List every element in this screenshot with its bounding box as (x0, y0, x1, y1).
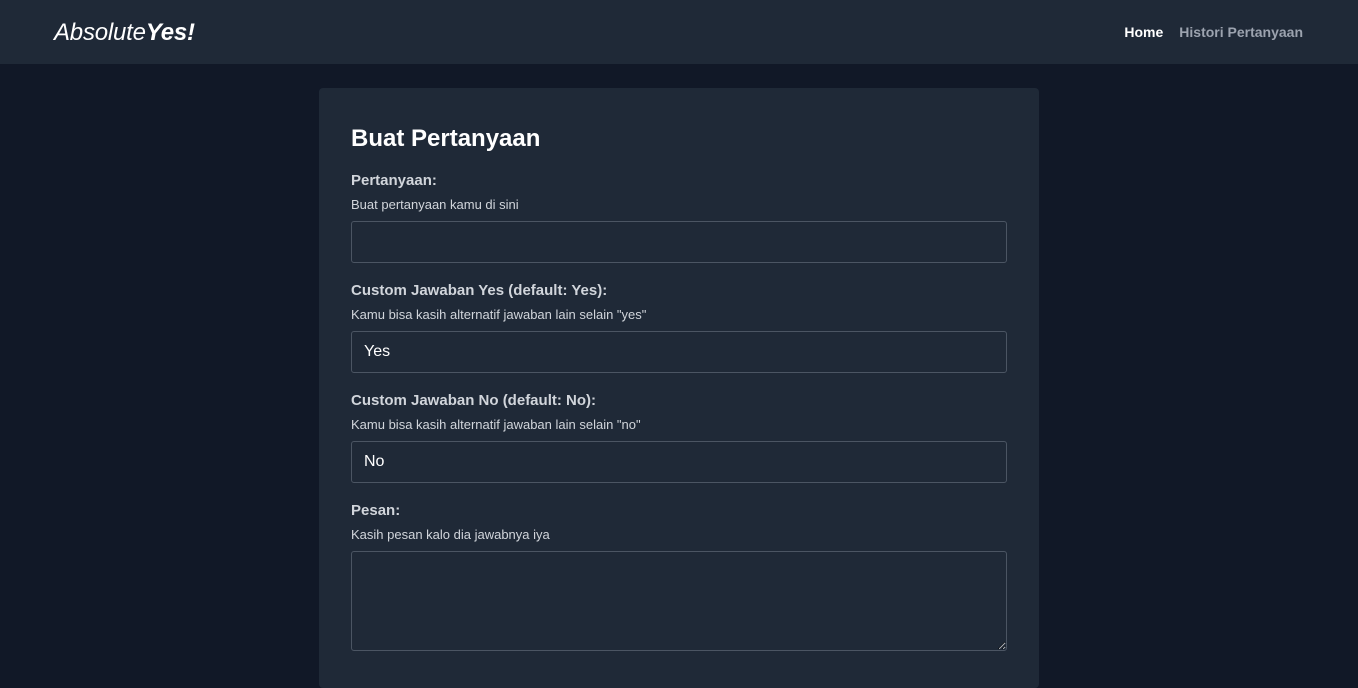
yes-answer-help-text: Kamu bisa kasih alternatif jawaban lain … (351, 307, 647, 322)
create-question-card: Buat Pertanyaan Pertanyaan: Buat pertany… (319, 88, 1039, 688)
no-answer-field-group: Custom Jawaban No (default: No): Kamu bi… (351, 392, 1007, 483)
nav-link-history[interactable]: Histori Pertanyaan (1179, 24, 1303, 41)
brand-logo[interactable]: AbsoluteYes! (54, 19, 195, 47)
message-help-text: Kasih pesan kalo dia jawabnya iya (351, 527, 550, 542)
yes-answer-label: Custom Jawaban Yes (default: Yes): (351, 282, 608, 299)
brand-text-regular: Absolute (54, 19, 146, 46)
no-answer-input[interactable] (351, 441, 1007, 483)
question-help-text: Buat pertanyaan kamu di sini (351, 197, 519, 212)
no-answer-help-text: Kamu bisa kasih alternatif jawaban lain … (351, 417, 641, 432)
message-field-group: Pesan: Kasih pesan kalo dia jawabnya iya (351, 502, 1007, 651)
top-navbar: AbsoluteYes! Home Histori Pertanyaan (0, 0, 1358, 64)
question-field-group: Pertanyaan: Buat pertanyaan kamu di sini (351, 172, 1007, 263)
page-title: Buat Pertanyaan (351, 125, 541, 152)
yes-answer-field-group: Custom Jawaban Yes (default: Yes): Kamu … (351, 282, 1007, 373)
nav-link-home[interactable]: Home (1124, 24, 1163, 41)
nav-links: Home Histori Pertanyaan (1124, 24, 1303, 41)
yes-answer-input[interactable] (351, 331, 1007, 373)
message-textarea[interactable] (351, 551, 1007, 651)
question-input[interactable] (351, 221, 1007, 263)
brand-text-bold: Yes! (145, 19, 195, 46)
question-label: Pertanyaan: (351, 172, 437, 189)
no-answer-label: Custom Jawaban No (default: No): (351, 392, 597, 409)
message-label: Pesan: (351, 502, 401, 519)
